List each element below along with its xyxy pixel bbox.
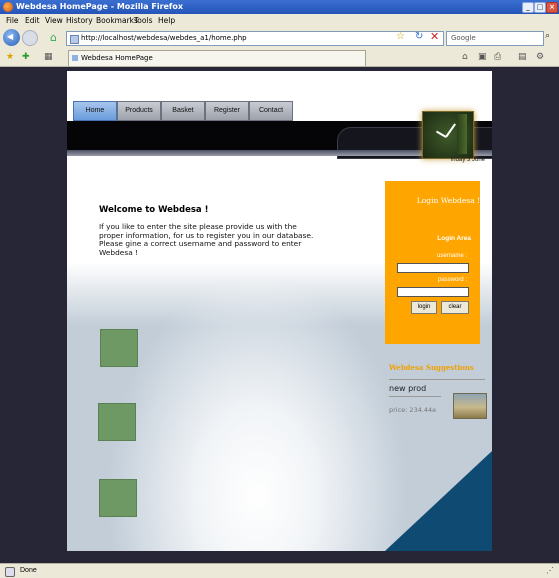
minimize-icon[interactable]: _	[522, 2, 534, 13]
clock-hand	[435, 130, 447, 138]
product-price: price: 234.44e	[389, 406, 437, 414]
menu-bookmarks[interactable]: Bookmarks	[96, 14, 138, 27]
password-field[interactable]	[397, 287, 469, 297]
url-bar[interactable]: http://localhost/webdesa/webdes_a1/home.…	[66, 31, 444, 46]
forward-button[interactable]	[22, 30, 38, 46]
status-bar: Done ⋰	[0, 563, 559, 578]
reload-icon[interactable]: ↻	[415, 31, 423, 42]
menu-edit[interactable]: Edit	[25, 14, 40, 27]
login-panel: Login Webdesa ! Login Area username : pa…	[385, 181, 480, 344]
login-area-label: Login Area	[437, 235, 471, 242]
menu-help[interactable]: Help	[158, 14, 175, 27]
browser-tab[interactable]: Webdesa HomePage	[68, 50, 366, 66]
add-bookmark-icon[interactable]: ✚	[22, 52, 30, 62]
menu-history[interactable]: History	[66, 14, 93, 27]
print-icon[interactable]: ⎙	[494, 52, 501, 62]
search-icon[interactable]: ⌕	[545, 31, 550, 41]
window-title: Webdesa HomePage - Mozilla Firefox	[16, 2, 184, 11]
url-text: http://localhost/webdesa/webdes_a1/home.…	[81, 34, 247, 42]
nav-tab-products[interactable]: Products	[117, 101, 161, 121]
bookmark-star-icon[interactable]: ☆	[396, 31, 405, 42]
navigation-toolbar: ⌂ http://localhost/webdesa/webdes_a1/hom…	[0, 27, 559, 50]
page-icon	[70, 35, 79, 44]
nav-tab-contact[interactable]: Contact	[249, 101, 293, 121]
decorative-square	[100, 329, 138, 367]
product-name[interactable]: new prod	[389, 384, 426, 393]
status-icon	[5, 567, 15, 577]
resize-grip-icon[interactable]: ⋰	[546, 564, 554, 578]
menu-file[interactable]: File	[6, 14, 19, 27]
menu-bar: File Edit View History Bookmarks Tools H…	[0, 14, 559, 27]
divider	[389, 396, 441, 397]
tools-gear-icon[interactable]: ⚙	[536, 52, 544, 62]
clear-button[interactable]: clear	[441, 301, 469, 314]
tab-list-icon[interactable]: ▦	[44, 52, 53, 62]
decorative-square	[98, 403, 136, 441]
web-page: Home Products Basket Register Contact fr…	[67, 71, 492, 551]
login-title: Login Webdesa !	[416, 196, 480, 205]
firefox-logo-icon	[3, 2, 13, 12]
clock-panel	[457, 114, 467, 154]
nav-tab-basket[interactable]: Basket	[161, 101, 205, 121]
page-menu-icon[interactable]: ▤	[518, 52, 527, 62]
suggestions-title: Webdesa Suggestions	[389, 363, 474, 372]
welcome-text: If you like to enter the site please pro…	[99, 222, 314, 257]
divider	[389, 379, 485, 380]
decorative-square	[99, 479, 137, 517]
tab-toolbar: ★ ✚ ▦ Webdesa HomePage ⌂ ▣ ⎙ ▤ ⚙	[0, 49, 559, 67]
nav-tab-register[interactable]: Register	[205, 101, 249, 121]
username-field[interactable]	[397, 263, 469, 273]
product-image[interactable]	[453, 393, 487, 419]
bookmarks-star-icon[interactable]: ★	[6, 52, 14, 62]
stop-icon[interactable]: ✕	[430, 30, 439, 43]
back-button[interactable]	[3, 29, 20, 46]
welcome-title: Welcome to Webdesa !	[99, 205, 209, 215]
menu-tools[interactable]: Tools	[134, 14, 152, 27]
search-placeholder: Google	[451, 34, 476, 42]
nav-tab-home[interactable]: Home	[73, 101, 117, 121]
password-label: password :	[437, 277, 467, 283]
corner-decoration	[385, 451, 492, 551]
feed-icon[interactable]: ▣	[478, 52, 487, 62]
login-button[interactable]: login	[411, 301, 437, 314]
date-label: friday 3 June	[450, 157, 485, 163]
tab-label: Webdesa HomePage	[81, 54, 153, 62]
search-input[interactable]: Google	[446, 31, 544, 46]
maximize-icon[interactable]: □	[534, 2, 546, 13]
username-label: username :	[436, 253, 467, 259]
status-text: Done	[20, 567, 37, 574]
home-toolbar-icon[interactable]: ⌂	[462, 52, 468, 62]
window-titlebar: Webdesa HomePage - Mozilla Firefox _ □ ×	[0, 0, 559, 14]
clock-icon	[422, 111, 474, 159]
tab-favicon-icon	[72, 55, 78, 61]
close-icon[interactable]: ×	[546, 2, 558, 13]
home-icon[interactable]: ⌂	[50, 32, 57, 43]
content-viewport: Home Products Basket Register Contact fr…	[0, 67, 559, 563]
menu-view[interactable]: View	[45, 14, 63, 27]
